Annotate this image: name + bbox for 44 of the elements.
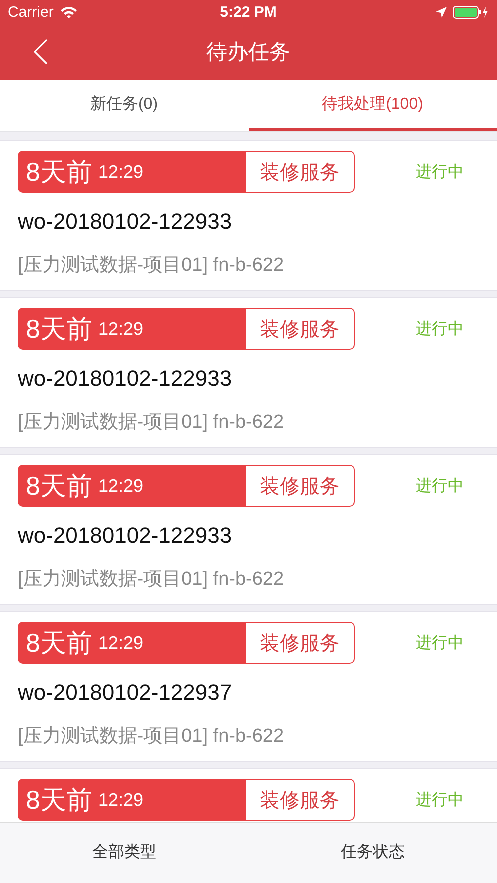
service-tag: 装修服务 <box>246 308 355 350</box>
task-status: 进行中 <box>416 162 464 182</box>
days-ago: 8天前 <box>26 626 92 660</box>
task-time: 12:29 <box>98 632 144 654</box>
carrier-name: Carrier <box>8 4 54 20</box>
task-description: [压力测试数据-项目01] fn-b-622 <box>18 411 286 435</box>
status-time: 5:22 PM <box>220 4 277 20</box>
tab[interactable]: 新任务(0) <box>0 80 248 131</box>
days-ago: 8天前 <box>26 784 92 816</box>
days-ago: 8天前 <box>26 312 92 346</box>
page-title: 待办任务 <box>206 40 290 66</box>
task-description: [压力测试数据-项目01] fn-b-622 <box>18 568 286 592</box>
wifi-icon <box>60 6 78 18</box>
task-description: [压力测试数据-项目01] fn-b-622 <box>18 725 286 749</box>
task-status: 进行中 <box>416 790 464 810</box>
task-number: wo-20180102-122933 <box>18 209 234 235</box>
task-description: [压力测试数据-项目01] fn-b-622 <box>18 254 286 278</box>
days-ago: 8天前 <box>26 156 92 188</box>
days-ago: 8天前 <box>26 470 92 502</box>
back-icon[interactable] <box>34 39 48 65</box>
task-time: 12:29 <box>98 790 144 810</box>
task-number: wo-20180102-122937 <box>18 680 234 706</box>
task-card[interactable]: 8天前 12:29 装修服务 进行中 wo-20180102-122933 [压力测试数据-项目01] fn-b-622 <box>0 140 497 291</box>
task-number: wo-20180102-122933 <box>18 366 234 392</box>
filter-button[interactable]: 全部类型 <box>0 823 248 883</box>
filter-button[interactable]: 任务状态 <box>248 823 497 883</box>
task-status: 进行中 <box>416 476 464 496</box>
service-tag: 装修服务 <box>246 151 355 193</box>
battery-icon <box>453 6 489 18</box>
task-status: 进行中 <box>416 320 464 340</box>
tab[interactable]: 待我处理(100) <box>248 80 497 131</box>
task-time: 12:29 <box>98 476 144 496</box>
task-card[interactable]: 8天前 12:29 装修服务 进行中 wo-20180102-122933 [压力测试数据-项目01] fn-b-622 <box>0 297 497 448</box>
service-tag: 装修服务 <box>246 779 355 821</box>
task-card[interactable]: 8天前 12:29 装修服务 进行中 wo-20180102-122937 [压力测试数据-项目01] fn-b-622 <box>0 611 497 762</box>
task-status: 进行中 <box>416 634 464 654</box>
location-icon <box>436 6 447 18</box>
task-time: 12:29 <box>98 162 144 182</box>
service-tag: 装修服务 <box>246 622 355 664</box>
task-time: 12:29 <box>98 318 144 340</box>
task-card[interactable]: 8天前 12:29 装修服务 进行中 <box>0 768 497 822</box>
task-card[interactable]: 8天前 12:29 装修服务 进行中 wo-20180102-122933 [压力测试数据-项目01] fn-b-622 <box>0 454 497 605</box>
task-number: wo-20180102-122933 <box>18 523 234 549</box>
service-tag: 装修服务 <box>246 465 355 507</box>
